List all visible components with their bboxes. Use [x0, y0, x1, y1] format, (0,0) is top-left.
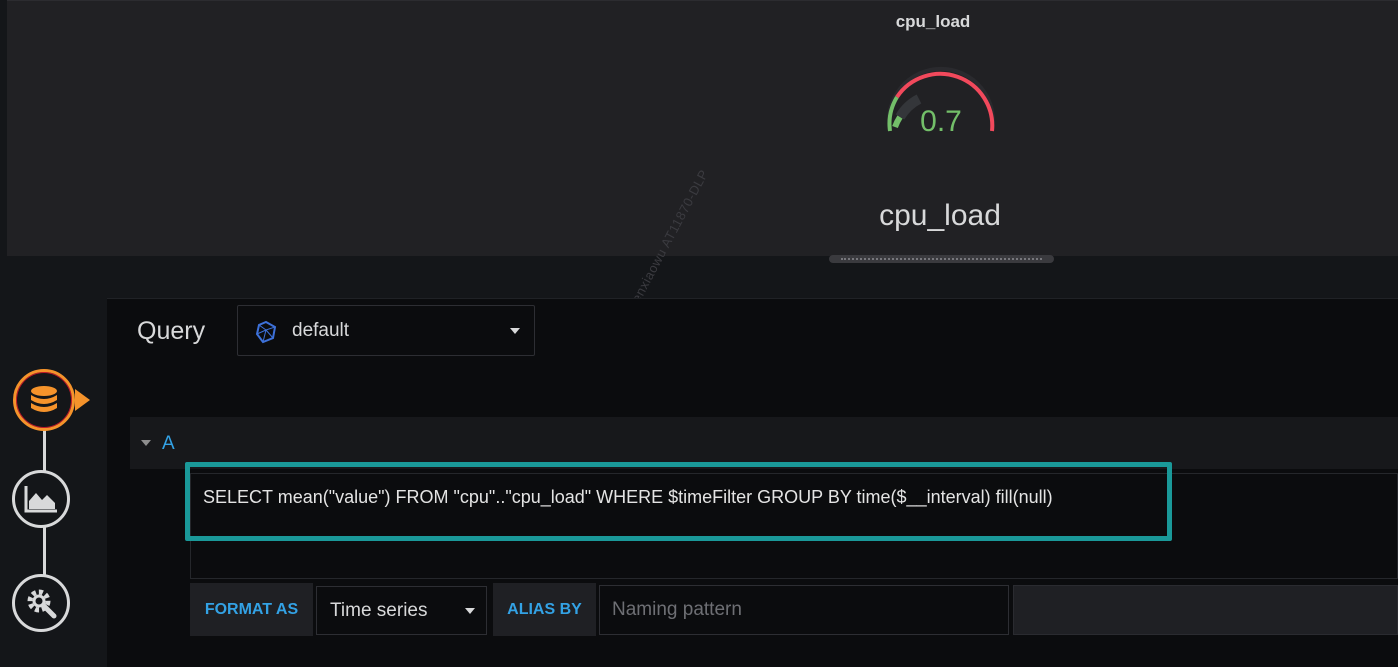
query-label: Query	[137, 317, 206, 345]
datasource-picker[interactable]: default	[237, 305, 535, 356]
gauge: 0.7	[879, 59, 1003, 149]
rail-visualization-button[interactable]	[12, 470, 70, 528]
influxdb-icon	[254, 320, 278, 349]
format-as-value: Time series	[330, 600, 428, 621]
gauge-value: 0.7	[920, 105, 962, 138]
alias-by-label: ALIAS BY	[493, 583, 596, 636]
format-as-label: FORMAT AS	[190, 583, 313, 636]
gear-icon	[27, 589, 57, 619]
chevron-down-icon	[510, 328, 520, 334]
rail-general-button[interactable]	[12, 574, 70, 632]
gauge-name: cpu_load	[879, 199, 1001, 232]
panel-resize-handle[interactable]	[829, 255, 1054, 263]
options-filler	[1013, 585, 1398, 635]
collapse-caret-icon[interactable]	[141, 440, 151, 446]
datasource-name: default	[292, 320, 350, 341]
database-icon	[31, 386, 57, 412]
highlight-box	[185, 462, 1172, 541]
chevron-down-icon	[465, 608, 475, 614]
rail-active-pointer	[75, 389, 90, 411]
gauge-panel: cpu_load 0.7 cpu_load	[7, 0, 1398, 256]
chart-area-icon	[24, 486, 57, 513]
rail-queries-button[interactable]	[13, 369, 75, 431]
panel-title[interactable]: cpu_load	[7, 12, 1398, 32]
query-ref-id[interactable]: A	[162, 433, 175, 455]
format-as-select[interactable]: Time series	[316, 586, 487, 635]
resize-grip	[841, 258, 1042, 260]
alias-by-input[interactable]	[599, 585, 1009, 635]
